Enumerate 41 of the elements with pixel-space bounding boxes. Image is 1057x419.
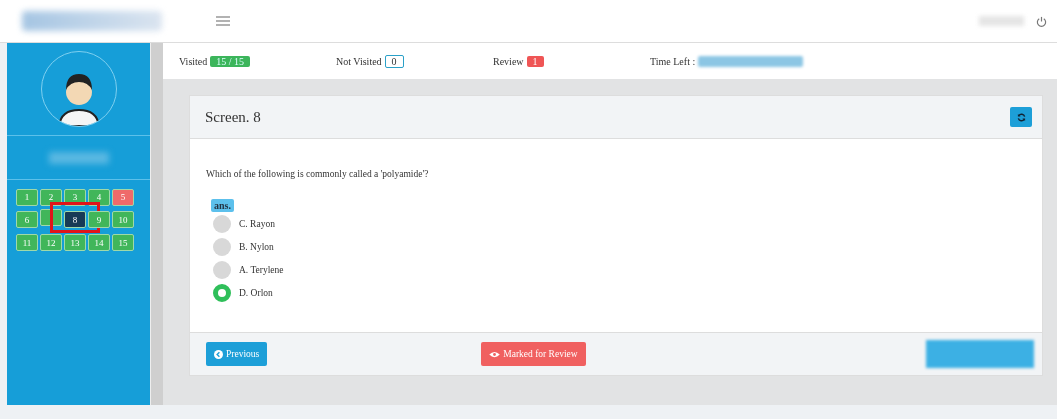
question-number-button[interactable]: 1	[16, 188, 38, 206]
stat-label: Not Visited	[336, 55, 382, 67]
menu-icon[interactable]	[216, 16, 230, 26]
stat-label: Visited	[179, 55, 208, 67]
question-number-button[interactable]: 9	[88, 211, 110, 228]
option-label[interactable]: C. Rayon	[239, 218, 275, 229]
question-text: Which of the following is commonly called a 'polyamide'?	[206, 169, 430, 179]
radio-button[interactable]	[213, 260, 231, 279]
question-number-button[interactable]: 6	[16, 211, 38, 228]
username-placeholder	[979, 16, 1024, 26]
question-number-button[interactable]: 13	[64, 234, 86, 251]
question-number-button[interactable]: 8	[64, 211, 86, 228]
stat-count: 1	[526, 55, 544, 67]
chevron-left-circle-icon	[214, 349, 223, 359]
option-label[interactable]: D. Orlon	[239, 287, 273, 298]
radio-button[interactable]	[213, 214, 231, 233]
power-icon[interactable]	[1036, 15, 1047, 27]
refresh-icon	[1016, 112, 1026, 122]
question-number-button[interactable]: 15	[112, 234, 134, 251]
previous-button[interactable]: Previous	[206, 342, 268, 366]
question-number-button[interactable]: 12	[40, 234, 62, 251]
name-placeholder	[48, 151, 109, 164]
question-number-button[interactable]: 10	[112, 211, 134, 228]
question-number-button[interactable]: 5	[112, 188, 134, 206]
stat-label: Review	[493, 55, 524, 67]
radio-button[interactable]	[213, 237, 231, 256]
question-number-button[interactable]: 11	[16, 234, 38, 251]
option-label[interactable]: B. Nylon	[239, 241, 274, 252]
question-title: Screen. 8	[205, 108, 261, 126]
question-number-button[interactable]: 14	[88, 234, 110, 251]
stat-count: 0	[384, 54, 404, 68]
review-button[interactable]: Marked for Review	[481, 342, 586, 366]
radio-button[interactable]	[213, 283, 231, 302]
scrollbar[interactable]	[150, 43, 163, 405]
stat-label: Time Left :	[650, 55, 696, 67]
refresh-button[interactable]	[1010, 107, 1032, 127]
next-button-placeholder[interactable]	[926, 340, 1034, 368]
answer-tag: ans.	[211, 199, 234, 212]
stat-count: 15 / 15	[210, 55, 251, 67]
option-label[interactable]: A. Terylene	[239, 264, 284, 275]
eye-icon	[489, 350, 501, 358]
